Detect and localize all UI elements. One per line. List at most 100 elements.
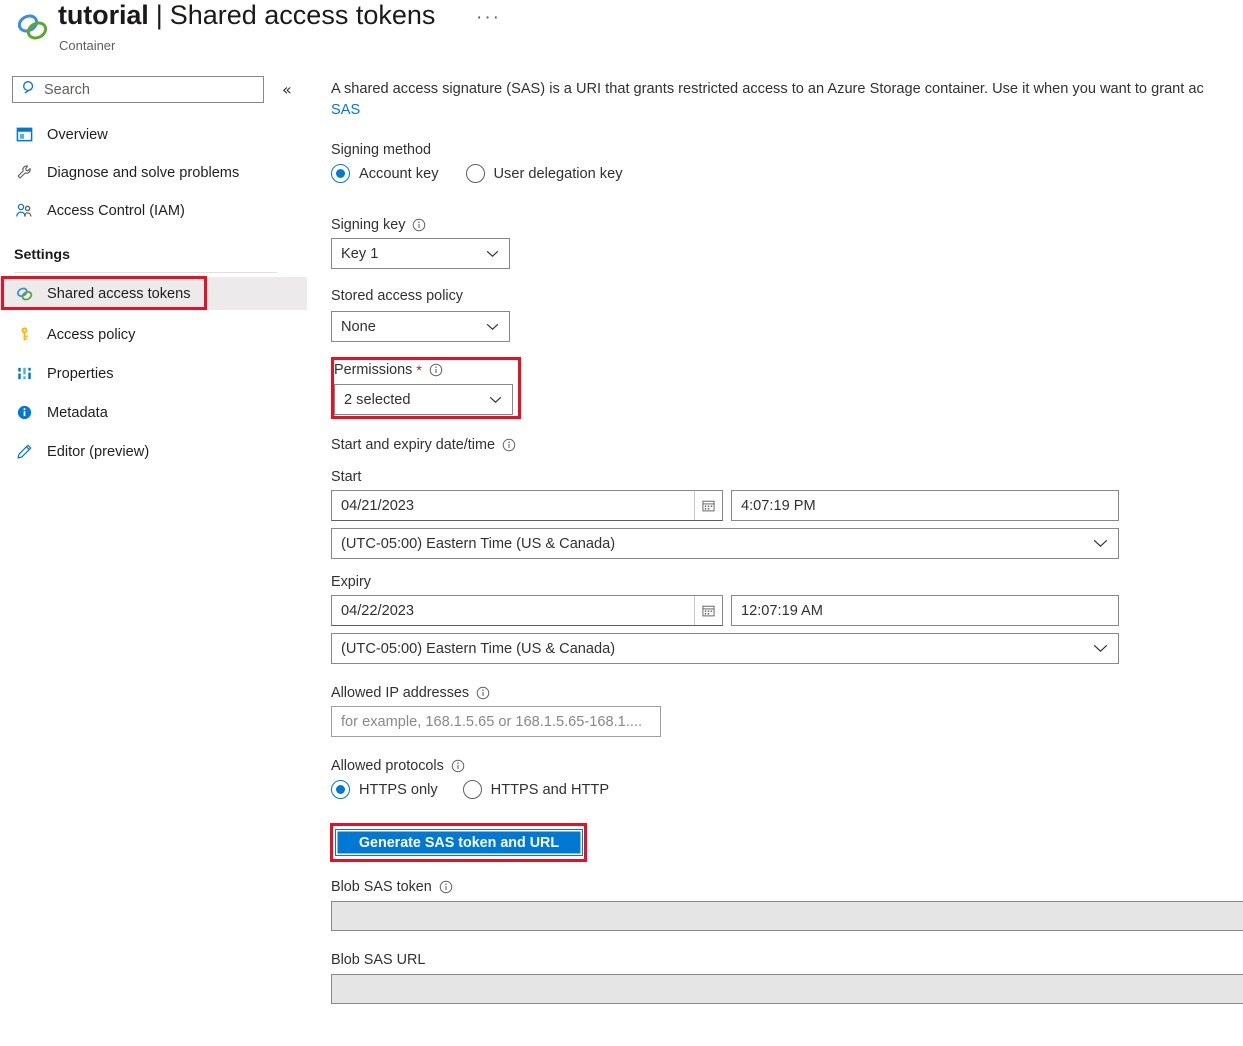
expiry-time-field[interactable]: [731, 595, 1119, 626]
chevron-down-icon: [489, 391, 502, 409]
start-expiry-section-label-text: Start and expiry date/time: [331, 437, 495, 453]
allowed-ip-label: Allowed IP addresses: [331, 685, 490, 701]
sidebar-item-diagnose-and-solve-problems[interactable]: Diagnose and solve problems: [0, 156, 307, 189]
radio-label: User delegation key: [494, 166, 623, 182]
page-title: tutorial | Shared access tokens: [58, 0, 435, 31]
title-separator: |: [156, 0, 163, 31]
start-date-field[interactable]: [331, 490, 723, 521]
expiry-timezone-select[interactable]: (UTC-05:00) Eastern Time (US & Canada): [331, 633, 1119, 664]
sidebar-item-label: Access policy: [47, 327, 135, 343]
stored-access-policy-select[interactable]: None: [331, 311, 510, 342]
signing-method-label-text: Signing method: [331, 142, 431, 158]
sidebar-item-editor-preview[interactable]: Editor (preview): [0, 435, 307, 468]
generate-sas-token-button[interactable]: Generate SAS token and URL: [335, 829, 583, 856]
info-icon[interactable]: [476, 686, 490, 700]
permissions-select[interactable]: 2 selected: [334, 384, 513, 415]
collapse-sidebar-button[interactable]: «: [279, 80, 295, 100]
resource-name: tutorial: [58, 0, 149, 31]
sidebar: « Overview Diagnose and solve problems: [0, 66, 318, 1046]
page-header: tutorial | Shared access tokens ··· Cont…: [0, 0, 1243, 66]
radio-user-delegation-key[interactable]: User delegation key: [466, 164, 623, 183]
sidebar-item-metadata[interactable]: Metadata: [0, 396, 307, 429]
signing-key-select[interactable]: Key 1: [331, 238, 510, 269]
start-label-text: Start: [331, 469, 361, 485]
sidebar-item-label: Diagnose and solve problems: [47, 165, 239, 181]
radio-mark: [463, 780, 482, 799]
start-timezone-select[interactable]: (UTC-05:00) Eastern Time (US & Canada): [331, 528, 1119, 559]
wrench-icon: [14, 163, 34, 183]
chevron-down-icon: [1093, 640, 1108, 658]
sidebar-item-overview[interactable]: Overview: [0, 118, 307, 151]
main-content: A shared access signature (SAS) is a URI…: [331, 66, 1243, 1046]
radio-mark: [331, 164, 350, 183]
radio-account-key[interactable]: Account key: [331, 164, 439, 183]
stored-access-policy-value: None: [332, 319, 376, 335]
stored-access-policy-label: Stored access policy: [331, 288, 463, 304]
resource-type-label: Container: [59, 38, 115, 53]
stored-access-policy-label-text: Stored access policy: [331, 288, 463, 304]
radio-mark: [466, 164, 485, 183]
shared-access-rings-icon: [14, 284, 34, 304]
permissions-label: Permissions *: [334, 362, 443, 378]
start-time-input[interactable]: [732, 498, 1118, 514]
search-input[interactable]: [44, 82, 244, 98]
expiry-timezone-value: (UTC-05:00) Eastern Time (US & Canada): [332, 641, 615, 657]
radio-mark: [331, 780, 350, 799]
blob-sas-url-label: Blob SAS URL: [331, 952, 425, 968]
sidebar-item-properties[interactable]: Properties: [0, 357, 307, 390]
sas-learn-more-link[interactable]: SAS: [331, 102, 360, 118]
info-circle-icon: [14, 403, 34, 423]
info-icon[interactable]: [439, 880, 453, 894]
expiry-date-field[interactable]: [331, 595, 723, 626]
page-description: A shared access signature (SAS) is a URI…: [331, 78, 1243, 101]
more-menu-button[interactable]: ···: [472, 8, 505, 28]
signing-method-radio-group: Account key User delegation key: [331, 164, 623, 183]
start-expiry-section-label: Start and expiry date/time: [331, 437, 516, 453]
start-timezone-value: (UTC-05:00) Eastern Time (US & Canada): [332, 536, 615, 552]
blob-sas-token-field: [331, 901, 1243, 931]
allowed-ip-label-text: Allowed IP addresses: [331, 685, 469, 701]
allowed-protocols-label: Allowed protocols: [331, 758, 465, 774]
sidebar-item-label: Editor (preview): [47, 444, 149, 460]
sidebar-item-label: Access Control (IAM): [47, 203, 185, 219]
allowed-protocols-label-text: Allowed protocols: [331, 758, 444, 774]
sidebar-item-access-control-iam[interactable]: Access Control (IAM): [0, 194, 307, 227]
sidebar-section-settings: Settings: [14, 247, 70, 263]
radio-https-and-http[interactable]: HTTPS and HTTP: [463, 780, 609, 799]
expiry-label-text: Expiry: [331, 574, 371, 590]
radio-https-only[interactable]: HTTPS only: [331, 780, 438, 799]
permissions-value: 2 selected: [335, 392, 411, 408]
calendar-icon[interactable]: [694, 491, 722, 520]
blob-sas-token-label-text: Blob SAS token: [331, 879, 432, 895]
info-icon[interactable]: [412, 218, 426, 232]
calendar-icon[interactable]: [694, 596, 722, 625]
people-icon: [14, 201, 34, 221]
chevron-down-icon: [486, 245, 499, 263]
allowed-ip-input[interactable]: [332, 714, 660, 730]
expiry-date-input[interactable]: [332, 596, 694, 625]
info-icon[interactable]: [502, 438, 516, 452]
sidebar-item-shared-access-tokens[interactable]: Shared access tokens: [0, 277, 307, 310]
properties-bars-icon: [14, 364, 34, 384]
chevron-down-icon: [1093, 535, 1108, 553]
signing-key-value: Key 1: [332, 246, 378, 262]
signing-key-label-text: Signing key: [331, 217, 405, 233]
sidebar-item-label: Metadata: [47, 405, 108, 421]
chevron-down-icon: [486, 318, 499, 336]
signing-method-label: Signing method: [331, 142, 431, 158]
signing-key-label: Signing key: [331, 217, 426, 233]
permissions-label-text: Permissions: [334, 362, 412, 378]
sidebar-item-access-policy[interactable]: Access policy: [0, 318, 307, 351]
allowed-ip-field[interactable]: [331, 706, 661, 737]
required-marker: *: [416, 362, 421, 378]
start-time-field[interactable]: [731, 490, 1119, 521]
allowed-protocols-radio-group: HTTPS only HTTPS and HTTP: [331, 780, 609, 799]
search-box[interactable]: [12, 76, 264, 103]
start-date-input[interactable]: [332, 491, 694, 520]
info-icon[interactable]: [451, 759, 465, 773]
blob-sas-token-label: Blob SAS token: [331, 879, 453, 895]
blob-sas-url-field: [331, 974, 1243, 1004]
info-icon[interactable]: [429, 363, 443, 377]
expiry-time-input[interactable]: [732, 603, 1118, 619]
expiry-label: Expiry: [331, 574, 371, 590]
